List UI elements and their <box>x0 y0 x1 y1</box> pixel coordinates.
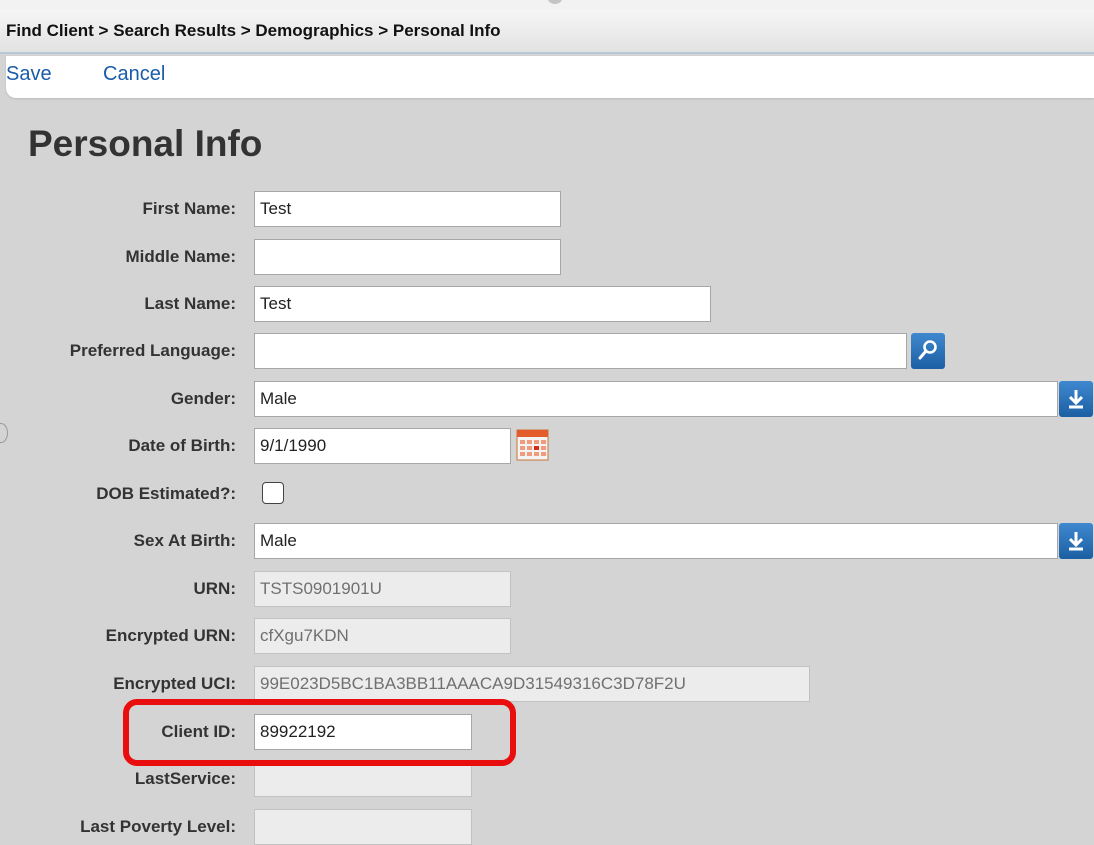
save-button[interactable]: Save <box>6 63 52 86</box>
page-title: Personal Info <box>28 123 263 164</box>
date-of-birth-input[interactable] <box>254 428 511 464</box>
search-icon <box>918 340 937 360</box>
encrypted-uci-label: Encrypted UCI: <box>113 674 236 693</box>
language-lookup-button[interactable] <box>911 333 945 369</box>
calendar-icon <box>516 429 549 461</box>
client-id-input[interactable] <box>254 714 472 750</box>
encrypted-urn-field <box>254 618 511 654</box>
breadcrumb: Find Client > Search Results > Demograph… <box>0 10 1094 54</box>
urn-label: URN: <box>193 579 237 598</box>
last-name-label: Last Name: <box>144 294 236 313</box>
dropdown-arrow-icon <box>1068 390 1084 409</box>
last-poverty-level-label: Last Poverty Level: <box>80 817 236 836</box>
preferred-language-label: Preferred Language: <box>69 341 236 360</box>
last-poverty-level-field <box>254 809 472 845</box>
cancel-button[interactable]: Cancel <box>103 63 165 86</box>
window-top-edge <box>0 0 1094 10</box>
sex-at-birth-dropdown-button[interactable] <box>1059 523 1093 559</box>
client-id-label: Client ID: <box>161 722 236 741</box>
sex-at-birth-select[interactable]: Male <box>254 523 1058 559</box>
dob-estimated-checkbox[interactable] <box>262 482 284 504</box>
encrypted-uci-field <box>254 666 810 702</box>
drag-handle <box>548 0 562 4</box>
last-service-field <box>254 761 472 797</box>
dropdown-arrow-icon <box>1068 532 1084 551</box>
preferred-language-input[interactable] <box>254 333 907 369</box>
gender-label: Gender: <box>170 389 236 408</box>
middle-name-label: Middle Name: <box>125 247 236 266</box>
middle-name-input[interactable] <box>254 239 561 275</box>
gender-dropdown-button[interactable] <box>1059 381 1093 417</box>
date-picker-button[interactable] <box>516 428 550 462</box>
first-name-label: First Name: <box>142 199 236 218</box>
urn-field <box>254 571 511 607</box>
first-name-input[interactable] <box>254 191 561 227</box>
action-bar: Save Cancel <box>6 56 1094 98</box>
last-service-label: LastService: <box>134 769 236 788</box>
last-name-input[interactable] <box>254 286 711 322</box>
gender-select[interactable]: Male <box>254 381 1058 417</box>
dob-estimated-label: DOB Estimated?: <box>96 484 236 503</box>
sex-at-birth-label: Sex At Birth: <box>133 531 236 550</box>
date-of-birth-label: Date of Birth: <box>128 436 236 455</box>
encrypted-urn-label: Encrypted URN: <box>105 626 236 645</box>
